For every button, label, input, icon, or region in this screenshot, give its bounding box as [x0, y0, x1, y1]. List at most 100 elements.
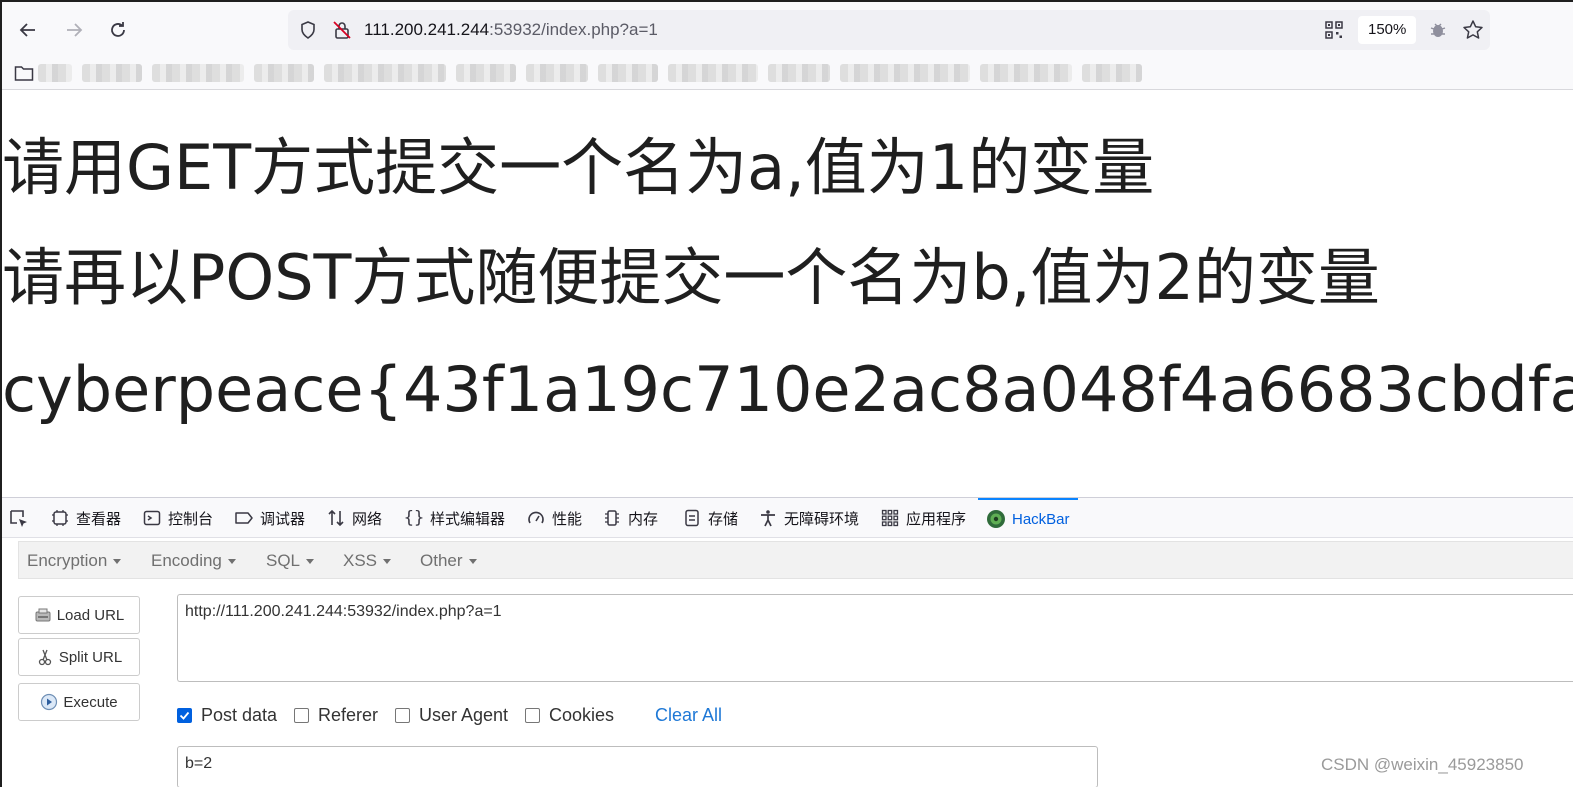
checkbox-icon[interactable]: [294, 707, 309, 723]
scissors-icon: [38, 649, 51, 666]
play-icon: [41, 693, 58, 711]
url-textarea[interactable]: http://111.200.241.244:53932/index.php?a…: [177, 594, 1573, 682]
button-label: Split URL: [58, 648, 123, 666]
tab-label: 样式编辑器: [430, 510, 506, 528]
post-data-checkbox[interactable]: Post data: [177, 703, 277, 727]
tab-storage[interactable]: 存储: [682, 498, 738, 538]
element-picker-icon[interactable]: [8, 508, 30, 530]
option-label: Post data: [201, 704, 278, 725]
menu-encryption[interactable]: Encryption: [27, 542, 122, 580]
bookmark-item[interactable]: [980, 64, 1072, 82]
insecure-lock-icon[interactable]: [332, 20, 352, 40]
hackbar-menubar: Encryption Encoding SQL XSS Other: [18, 541, 1573, 579]
bookmark-item[interactable]: [526, 64, 588, 82]
get-instruction-text: 请用GET方式提交一个名为a,值为1的变量: [2, 131, 1155, 204]
bookmark-item[interactable]: [840, 64, 970, 82]
storage-icon: [682, 508, 702, 528]
shield-icon[interactable]: [298, 20, 318, 40]
address-bar[interactable]: 111.200.241.244:53932/index.php?a=1 150%: [288, 10, 1490, 50]
tab-debugger[interactable]: 调试器: [234, 498, 305, 538]
tab-style-editor[interactable]: {} 样式编辑器: [404, 498, 505, 538]
clear-all-link[interactable]: Clear All: [655, 703, 722, 727]
option-label: User Agent: [419, 704, 509, 725]
menu-xss[interactable]: XSS: [343, 542, 392, 580]
memory-icon: [602, 508, 622, 528]
checkbox-icon[interactable]: [525, 707, 540, 723]
tab-label: 无障碍环境: [784, 510, 860, 528]
caret-down-icon: [468, 559, 477, 565]
arrow-right-icon: [67, 23, 83, 37]
menu-label: SQL: [266, 551, 301, 570]
accessibility-icon: [758, 508, 778, 528]
style-editor-icon: {}: [403, 508, 425, 528]
bookmark-item[interactable]: [254, 64, 314, 82]
back-button[interactable]: [14, 16, 42, 44]
hackbar-icon: [986, 509, 1006, 529]
tab-label: 调试器: [260, 510, 306, 528]
url-text[interactable]: 111.200.241.244:53932/index.php?a=1: [364, 19, 658, 41]
button-label: Load URL: [56, 606, 125, 624]
tab-label: 控制台: [168, 510, 214, 528]
bookmark-item[interactable]: [598, 64, 658, 82]
menu-label: XSS: [343, 551, 378, 570]
checkbox-checked-icon[interactable]: [177, 707, 192, 723]
tab-network[interactable]: 网络: [326, 498, 382, 538]
qr-code-icon[interactable]: [1324, 20, 1344, 40]
caret-down-icon: [113, 559, 122, 565]
bookmark-item[interactable]: [82, 64, 142, 82]
menu-other[interactable]: Other: [420, 542, 477, 580]
tab-accessibility[interactable]: 无障碍环境: [758, 498, 859, 538]
tab-application[interactable]: 应用程序: [880, 498, 966, 538]
split-url-button[interactable]: Split URL: [18, 638, 140, 676]
tab-performance[interactable]: 性能: [526, 498, 582, 538]
tab-label: 存储: [708, 510, 739, 528]
inspector-icon: [50, 508, 70, 528]
folder-icon[interactable]: [14, 64, 34, 82]
load-url-icon: [35, 608, 51, 622]
devtools-tab-bar: 查看器 控制台 调试器 网络 {} 样式编辑器 性能 内存 存储 无障碍环境 应…: [2, 498, 1573, 538]
bookmarks-toolbar: [2, 58, 1573, 90]
page-content: 请用GET方式提交一个名为a,值为1的变量 请再以POST方式随便提交一个名为b…: [2, 91, 1573, 497]
application-icon: [880, 508, 900, 528]
checkbox-icon[interactable]: [395, 707, 410, 723]
tab-memory[interactable]: 内存: [602, 498, 658, 538]
post-data-textarea[interactable]: b=2: [177, 746, 1098, 787]
tab-label: 性能: [552, 510, 583, 528]
zoom-level-button[interactable]: 150%: [1358, 16, 1417, 44]
tab-label: 网络: [352, 510, 383, 528]
tab-label: 应用程序: [906, 510, 967, 528]
bug-extension-icon[interactable]: [1428, 20, 1448, 40]
referer-checkbox[interactable]: Referer: [294, 703, 378, 727]
menu-encoding[interactable]: Encoding: [151, 542, 236, 580]
caret-down-icon: [227, 559, 236, 565]
cookies-checkbox[interactable]: Cookies: [525, 703, 614, 727]
user-agent-checkbox[interactable]: User Agent: [395, 703, 508, 727]
performance-icon: [526, 508, 546, 528]
tab-console[interactable]: 控制台: [142, 498, 213, 538]
browser-toolbar: 111.200.241.244:53932/index.php?a=1 150%: [2, 2, 1573, 58]
bookmark-item[interactable]: [38, 64, 72, 82]
option-label: Cookies: [549, 704, 615, 725]
devtools-panel: 查看器 控制台 调试器 网络 {} 样式编辑器 性能 内存 存储 无障碍环境 应…: [2, 497, 1573, 787]
menu-label: Encoding: [151, 551, 222, 570]
tab-hackbar[interactable]: HackBar: [978, 498, 1078, 538]
bookmark-item[interactable]: [456, 64, 516, 82]
execute-button[interactable]: Execute: [18, 683, 140, 721]
bookmark-item[interactable]: [324, 64, 446, 82]
load-url-button[interactable]: Load URL: [18, 596, 140, 634]
network-icon: [326, 508, 346, 528]
tab-label: 内存: [628, 510, 659, 528]
caret-down-icon: [383, 559, 392, 565]
bookmark-item[interactable]: [668, 64, 758, 82]
reload-button[interactable]: [104, 16, 132, 44]
bookmark-item[interactable]: [1082, 64, 1142, 82]
forward-button[interactable]: [60, 16, 88, 44]
tab-inspector[interactable]: 查看器: [50, 498, 121, 538]
bookmark-item[interactable]: [768, 64, 830, 82]
bookmark-star-icon[interactable]: [1462, 19, 1484, 41]
watermark: CSDN @weixin_45923850: [1321, 755, 1524, 774]
bookmark-item[interactable]: [152, 64, 244, 82]
menu-sql[interactable]: SQL: [266, 542, 315, 580]
button-label: Execute: [63, 693, 118, 711]
url-host: 111.200.241.244: [364, 20, 490, 39]
